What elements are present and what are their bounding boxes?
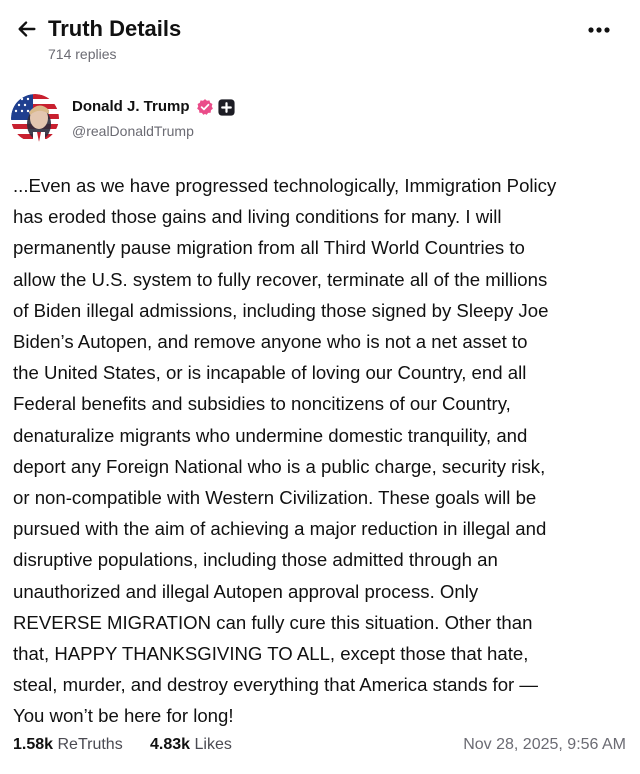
post-text-line: ...Even as we have progressed technologi… (13, 175, 557, 196)
back-button[interactable] (14, 16, 40, 42)
post-text-line: deport any Foreign National who is a pub… (13, 455, 546, 477)
retruths-count: 1.58k (13, 736, 54, 753)
post-text-line: allow the U.S. system to fully recover, … (13, 268, 548, 290)
likes-count: 4.83k (150, 736, 191, 753)
post-timestamp[interactable]: Nov 28, 2025, 9:56 AM (463, 732, 626, 758)
post-text-line: unauthorized and illegal Autopen approva… (13, 580, 479, 602)
author-name-row: Donald J. Trump (72, 96, 235, 118)
reply-count: 714 replies (48, 46, 117, 62)
avatar[interactable] (11, 94, 59, 142)
page-header: Truth Details 714 replies (0, 0, 640, 80)
post-text-line: denaturalize migrants who undermine dome… (13, 424, 528, 446)
post-text-line: Biden’s Autopen, and remove anyone who i… (13, 331, 528, 353)
post-text: ...Even as we have progressed technologi… (13, 170, 631, 732)
post-text-line: You won’t be here for long! (13, 705, 234, 727)
arrow-left-icon (18, 21, 36, 37)
post-text-line: Federal benefits and subsidies to noncit… (13, 393, 511, 415)
post-text-line: the United States, or is incapable of lo… (13, 362, 527, 384)
likes-stat[interactable]: 4.83k Likes (150, 732, 232, 758)
post-footer: 1.58k ReTruths 4.83k Likes Nov 28, 2025,… (0, 732, 640, 760)
post-text-line: steal, murder, and destroy everything th… (13, 674, 539, 696)
post-text-line: pursued with the aim of achieving a majo… (13, 518, 547, 540)
post-text-line: REVERSE MIGRATION can fully cure this si… (13, 611, 533, 633)
verified-badge-icon (196, 98, 214, 116)
post-text-line: of Biden illegal admissions, including t… (13, 299, 549, 321)
more-horizontal-icon (588, 27, 610, 33)
post-text-line: permanently pause migration from all Thi… (13, 237, 525, 259)
page-title: Truth Details (48, 16, 182, 41)
retruths-stat[interactable]: 1.58k ReTruths (13, 732, 123, 758)
post-author: Donald J. Trump @realDonaldTrump (0, 88, 640, 148)
author-name[interactable]: Donald J. Trump (72, 97, 190, 117)
post-text-line: that, HAPPY THANKSGIVING TO ALL, except … (13, 643, 529, 665)
likes-label: Likes (194, 736, 232, 753)
post-text-line: disruptive populations, including those … (13, 549, 498, 571)
user-avatar (11, 94, 59, 142)
more-options-button[interactable] (584, 18, 614, 42)
post-text-line: has eroded those gains and living condit… (13, 206, 502, 228)
retruths-label: ReTruths (57, 736, 123, 753)
truth-plus-badge-icon (217, 98, 235, 116)
post-text-line: or non-compatible with Western Civilizat… (13, 487, 537, 509)
author-handle[interactable]: @realDonaldTrump (72, 122, 194, 140)
